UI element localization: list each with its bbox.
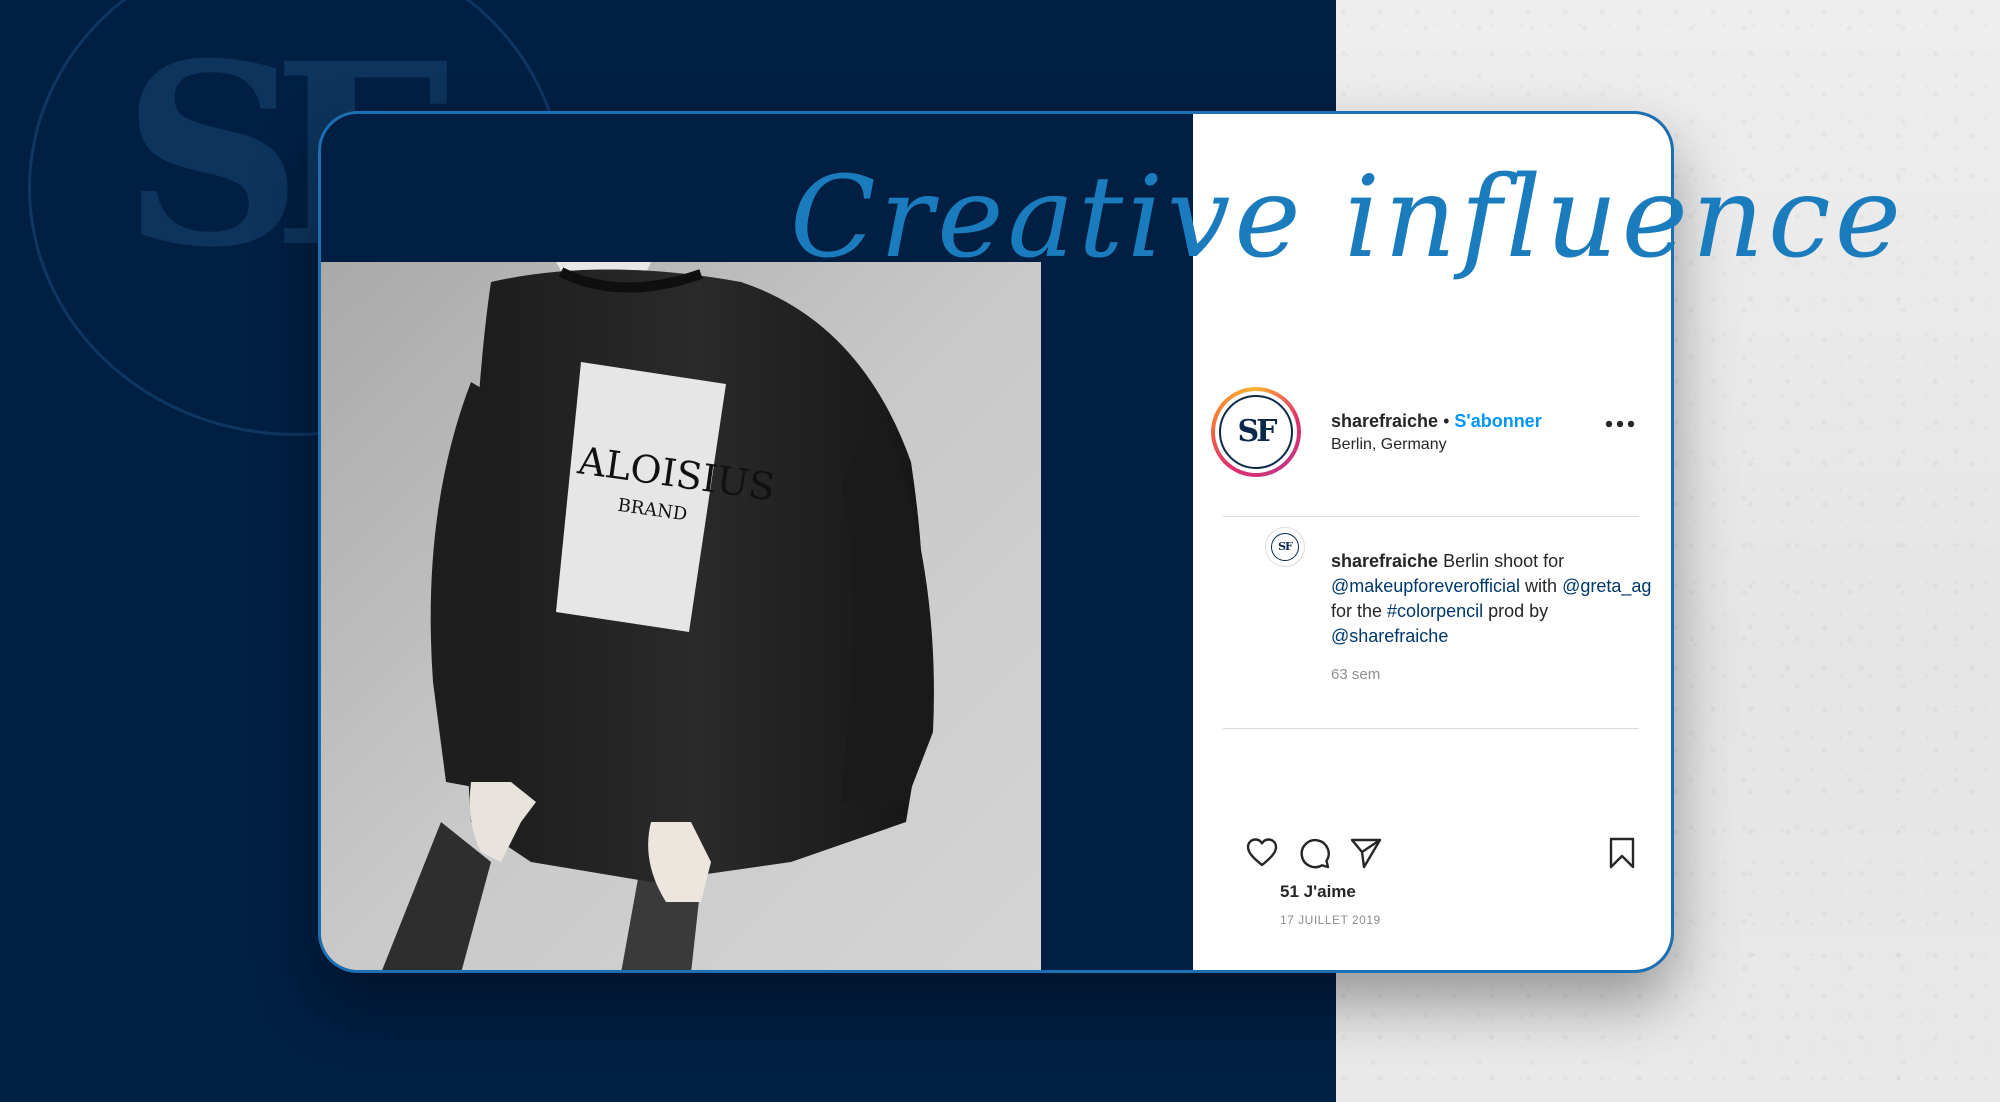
headline-script-text: Creative influence xyxy=(790,153,1906,283)
mention-link[interactable]: @makeupforeverofficial xyxy=(1331,576,1520,596)
hashtag-link[interactable]: #colorpencil xyxy=(1387,601,1483,621)
comment-icon[interactable] xyxy=(1297,836,1331,870)
avatar: SF xyxy=(1219,395,1293,469)
username-link[interactable]: sharefraiche xyxy=(1331,411,1438,431)
follow-button[interactable]: S'abonner xyxy=(1454,411,1541,431)
avatar-frame: SF xyxy=(1215,391,1297,473)
send-icon[interactable] xyxy=(1349,836,1383,870)
bookmark-icon[interactable] xyxy=(1605,836,1639,870)
header-divider xyxy=(1223,516,1639,517)
caption-username[interactable]: sharefraiche xyxy=(1331,551,1438,571)
story-ring[interactable]: SF xyxy=(1211,387,1301,477)
more-horizontal-icon[interactable] xyxy=(1603,414,1637,434)
location-link[interactable]: Berlin, Germany xyxy=(1331,436,1447,454)
heart-icon[interactable] xyxy=(1245,836,1279,870)
likes-count[interactable]: 51 J'aime xyxy=(1280,882,1356,902)
actions-divider xyxy=(1223,728,1639,729)
caption-avatar-monogram: SF xyxy=(1271,533,1299,561)
separator-dot: • xyxy=(1443,411,1450,431)
post-photo[interactable]: ALOISIUS BRAND xyxy=(321,262,1041,970)
caption-text: Berlin shoot for xyxy=(1443,551,1565,571)
mention-link[interactable]: @sharefraiche xyxy=(1331,626,1448,646)
post-header: sharefraiche • S'abonner xyxy=(1331,411,1542,432)
caption-text: with xyxy=(1525,576,1558,596)
caption-text: for the xyxy=(1331,601,1383,621)
caption-avatar[interactable]: SF xyxy=(1265,527,1305,567)
caption-text: prod by xyxy=(1488,601,1549,621)
post-caption: sharefraiche Berlin shoot for @makeupfor… xyxy=(1331,549,1661,649)
mention-link[interactable]: @greta_ag xyxy=(1562,576,1651,596)
slide-canvas: SF ALOISIUS BRAND SF sharefraiche • S'ab… xyxy=(0,0,2000,1102)
model-photo-illustration: ALOISIUS BRAND xyxy=(321,262,1041,970)
caption-timestamp[interactable]: 63 sem xyxy=(1331,666,1380,683)
post-date[interactable]: 17 JUILLET 2019 xyxy=(1280,913,1381,927)
